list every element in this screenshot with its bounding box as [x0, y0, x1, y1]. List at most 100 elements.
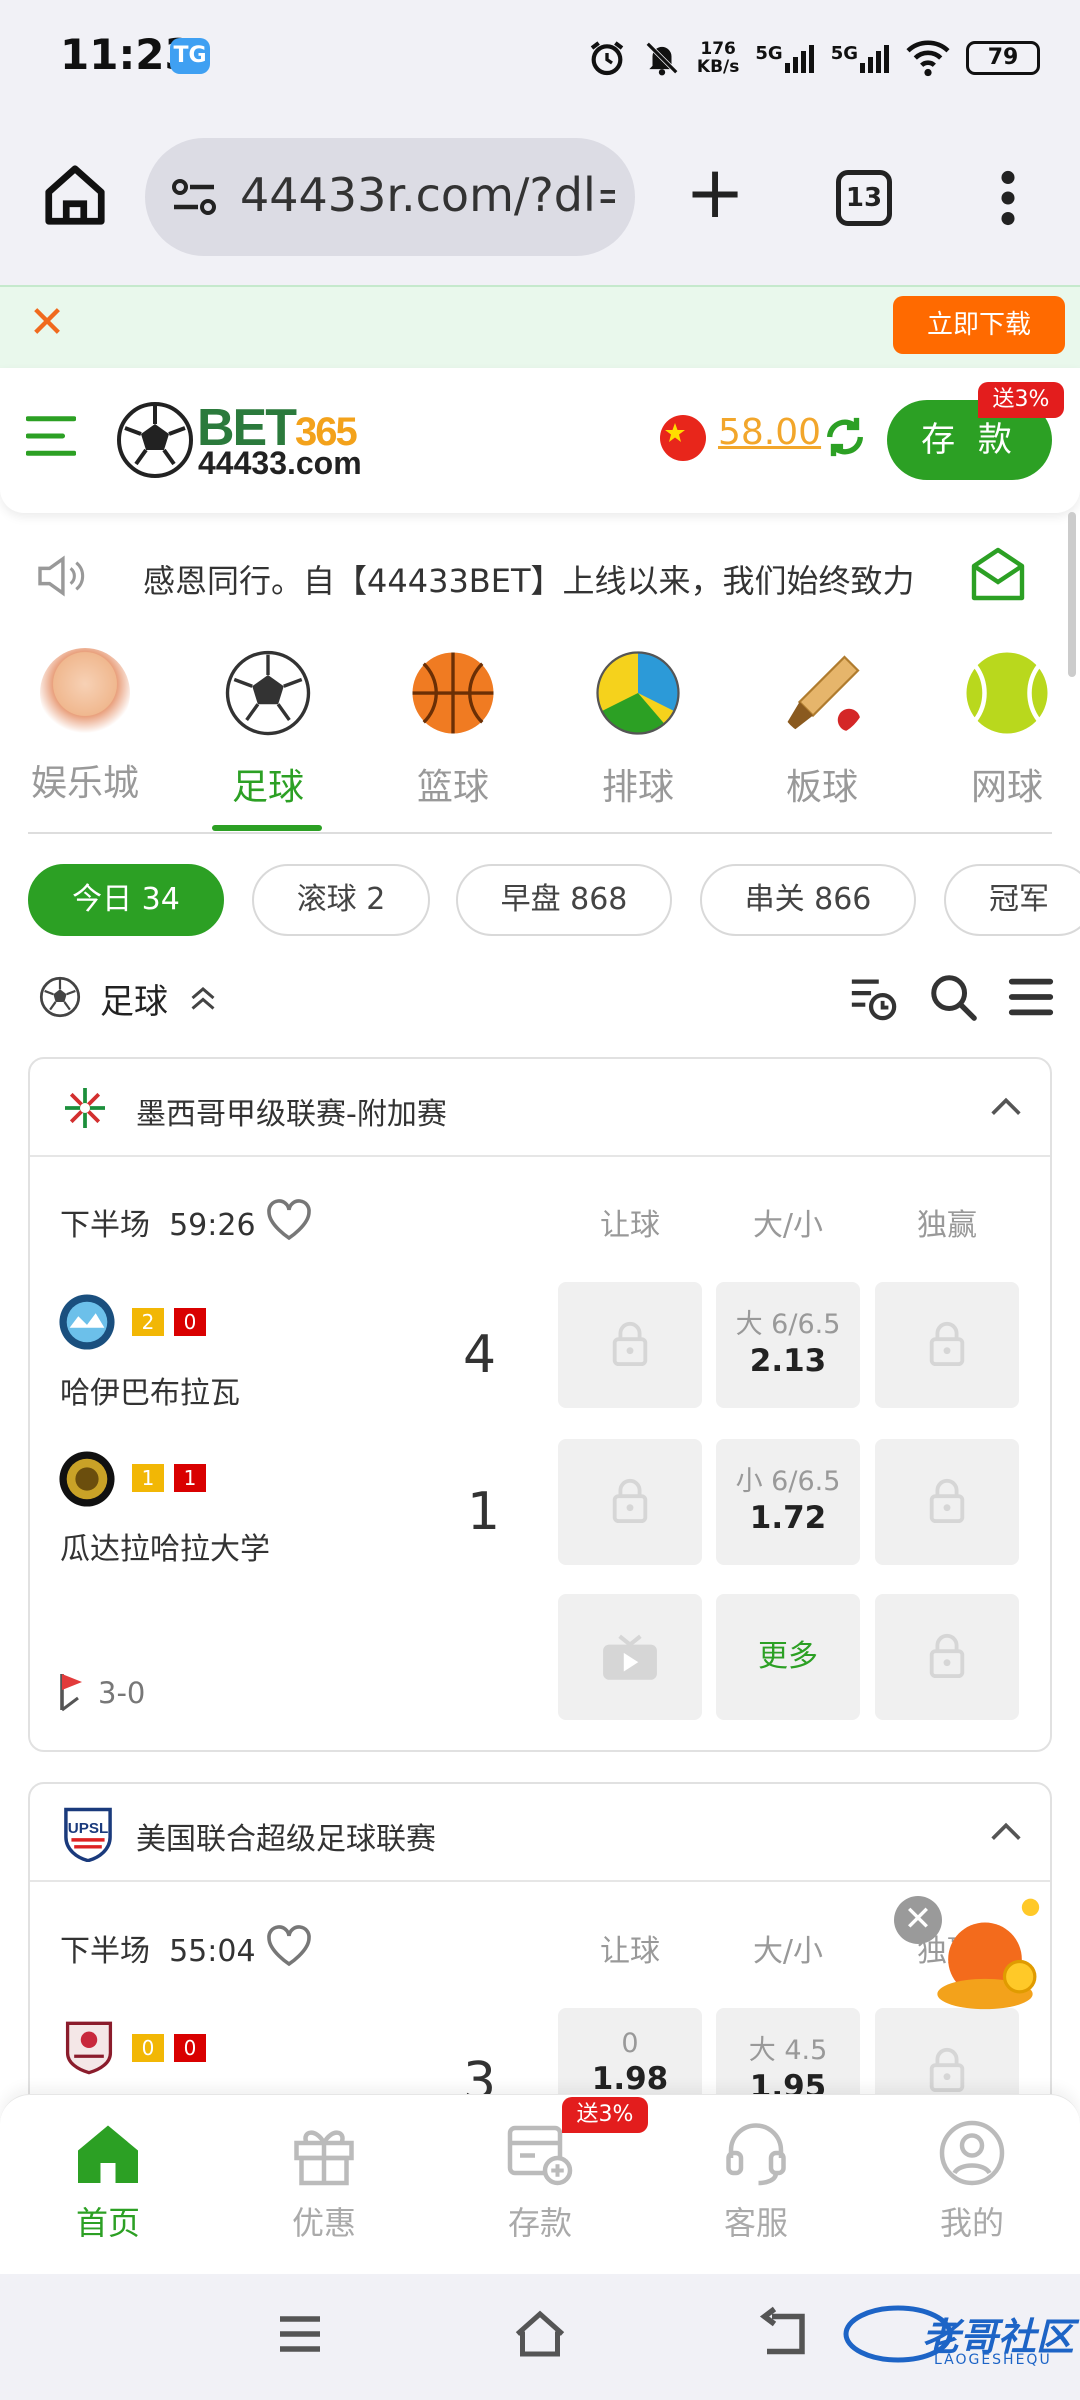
league-logo-icon: UPSL	[64, 1807, 112, 1862]
win-odds-locked[interactable]	[875, 1439, 1019, 1565]
mute-bell-icon	[645, 42, 678, 76]
tennis-icon	[966, 652, 1048, 734]
yellow-card-count: 0	[132, 2034, 164, 2062]
chevron-up-icon[interactable]	[986, 1812, 1026, 1852]
casino-icon	[40, 648, 130, 738]
filter-early[interactable]: 早盘 868	[456, 864, 672, 936]
sport-tab-casino[interactable]: 娱乐城	[15, 648, 155, 806]
battery-icon: 79	[966, 41, 1040, 75]
filter-today[interactable]: 今日 34	[28, 864, 224, 936]
soccer-icon	[225, 650, 311, 736]
soccer-icon	[39, 976, 81, 1018]
history-icon[interactable]	[848, 972, 898, 1022]
net-speed: 176 KB/s	[696, 39, 740, 77]
mail-icon[interactable]	[970, 546, 1026, 602]
back-icon[interactable]	[752, 2304, 812, 2364]
app-notification-icon: TG	[170, 38, 210, 74]
sport-tab-basketball[interactable]: 篮球	[383, 648, 523, 810]
system-home-icon[interactable]	[510, 2304, 570, 2364]
recents-menu-icon[interactable]	[270, 2304, 330, 2364]
nav-label: 我的	[939, 2204, 1004, 2242]
speaker-icon	[38, 555, 85, 597]
refresh-icon[interactable]	[822, 414, 868, 460]
hamburger-menu-icon[interactable]	[26, 413, 76, 459]
league-header[interactable]: 墨西哥甲级联赛-附加赛	[30, 1059, 1050, 1157]
win-odds-locked[interactable]	[875, 1282, 1019, 1408]
red-card-count: 1	[174, 1464, 206, 1492]
handicap-odds-locked[interactable]	[558, 1282, 702, 1408]
team-logo-icon	[65, 2021, 113, 2075]
nav-profile[interactable]: 我的	[892, 2118, 1052, 2244]
sport-tab-label: 板球	[785, 767, 858, 808]
nav-customer-service[interactable]: 客服	[676, 2118, 836, 2244]
live-stream-button[interactable]	[558, 1594, 702, 1720]
red-card-count: 0	[174, 1308, 206, 1336]
lock-icon	[929, 1321, 965, 1366]
home-score: 4	[463, 1325, 497, 1385]
filter-live[interactable]: 滚球 2	[252, 864, 430, 936]
close-icon[interactable]: ✕	[894, 1896, 942, 1944]
match-period: 下半场 55:04	[60, 1934, 256, 1969]
headset-icon	[726, 2123, 786, 2186]
lock-icon	[612, 1478, 648, 1523]
tv-icon	[603, 1634, 657, 1680]
nav-promotions[interactable]: 优惠	[244, 2118, 404, 2244]
alarm-icon	[590, 41, 624, 76]
nav-label: 客服	[723, 2204, 788, 2242]
away-score: 1	[467, 1482, 501, 1542]
filter-outright[interactable]: 冠军	[944, 864, 1080, 936]
column-header-handicap: 让球	[600, 1208, 660, 1243]
team-logo-icon	[59, 1294, 115, 1350]
svg-text:UPSL: UPSL	[68, 1820, 109, 1837]
volleyball-icon	[596, 651, 680, 735]
close-icon[interactable]: ✕	[24, 300, 70, 346]
lock-icon	[612, 1321, 648, 1366]
announcement-marquee[interactable]: 感恩同行。自【44433BET】上线以来，我们始终致力	[143, 556, 963, 602]
sport-tab-soccer[interactable]: 足球	[198, 648, 338, 810]
wallet-balance[interactable]: 58.00	[718, 412, 821, 453]
home-icon[interactable]	[40, 160, 110, 230]
site-logo-domain: 44433.com	[198, 445, 362, 481]
column-header-1x2: 独赢	[917, 1208, 977, 1243]
search-icon[interactable]	[928, 972, 978, 1022]
nav-home[interactable]: 首页	[28, 2118, 188, 2244]
chevron-up-icon[interactable]	[986, 1087, 1026, 1127]
sport-tab-label: 足球	[231, 767, 304, 808]
site-settings-icon[interactable]	[170, 175, 218, 219]
home-team-name: 哈伊巴布拉瓦	[60, 1376, 240, 1411]
chevron-up-double-icon[interactable]	[185, 980, 221, 1016]
column-header-handicap: 让球	[600, 1934, 660, 1969]
handicap-odds-locked[interactable]	[558, 1439, 702, 1565]
favorite-heart-icon[interactable]	[265, 1924, 313, 1968]
league-header[interactable]: UPSL 美国联合超级足球联赛	[30, 1784, 1050, 1882]
nav-deposit[interactable]: 存款	[460, 2118, 620, 2244]
lock-icon	[929, 2047, 965, 2092]
nav-label: 优惠	[291, 2204, 356, 2242]
tab-switcher-button[interactable]: 13	[836, 170, 892, 226]
section-title[interactable]: 足球	[100, 974, 168, 1023]
nav-deposit-promo-badge: 送3%	[562, 2097, 648, 2133]
signal-icon: 5G	[755, 43, 814, 73]
soccer-ball-logo-icon	[117, 402, 193, 478]
divider	[28, 832, 1052, 834]
over-odds-button[interactable]: 大 6/6.5 2.13	[716, 1282, 860, 1408]
sport-tab-label: 娱乐城	[30, 763, 139, 804]
url-text[interactable]: 44433r.com/?dl=c	[240, 168, 615, 222]
more-menu-icon[interactable]	[990, 170, 1026, 226]
china-flag-icon	[660, 415, 706, 461]
list-menu-icon[interactable]	[1006, 972, 1056, 1022]
sport-tab-label: 网球	[970, 767, 1043, 808]
favorite-heart-icon[interactable]	[265, 1198, 313, 1242]
under-odds-button[interactable]: 小 6/6.5 1.72	[716, 1439, 860, 1565]
more-markets-button[interactable]: 更多	[716, 1594, 860, 1720]
cricket-icon	[786, 655, 861, 732]
signal-icon-2: 5G	[831, 43, 890, 73]
league-name: 美国联合超级足球联赛	[136, 1822, 436, 1857]
new-tab-button[interactable]: +	[680, 156, 750, 230]
sport-tab-cricket[interactable]: 板球	[752, 648, 892, 810]
win-odds-locked[interactable]	[875, 1594, 1019, 1720]
download-app-button[interactable]: 立即下载	[893, 296, 1065, 354]
sport-tab-tennis[interactable]: 网球	[937, 648, 1077, 810]
filter-parlay[interactable]: 串关 866	[700, 864, 916, 936]
sport-tab-volleyball[interactable]: 排球	[568, 648, 708, 810]
